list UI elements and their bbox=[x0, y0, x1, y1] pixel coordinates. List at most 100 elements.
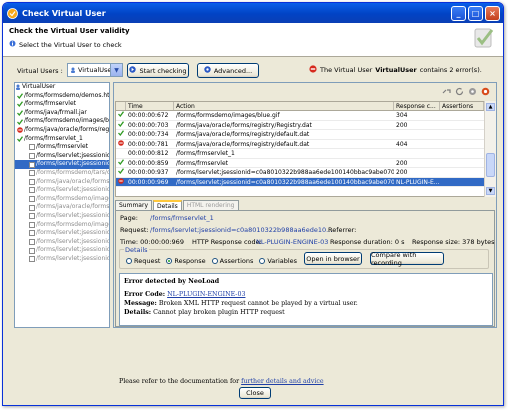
page-icon bbox=[29, 161, 35, 168]
check-status: The Virtual User VirtualUser contains 2 … bbox=[309, 65, 482, 75]
tree-item[interactable]: /forms/formsdemo/images/ bbox=[15, 195, 109, 204]
table-row[interactable]: 00:00:00:937/forms/lservlet;jsessionid=c… bbox=[116, 168, 484, 178]
radio-button[interactable] bbox=[166, 258, 173, 264]
tree-item[interactable]: /forms/java/oracle/forms/ bbox=[15, 203, 109, 212]
status-column-header[interactable] bbox=[116, 102, 126, 110]
table-row[interactable]: 00:00:00:781/forms/java/oracle/forms/reg… bbox=[116, 139, 484, 149]
action-cell: /forms/lservlet;jsessionid=c0a8010322b98… bbox=[176, 169, 394, 176]
check-icon bbox=[17, 118, 24, 125]
page-label: Page: bbox=[120, 214, 138, 222]
table-row[interactable]: 00:00:00:969/forms/lservlet;jsessionid=c… bbox=[116, 177, 484, 187]
tree-item[interactable]: /forms/frmservlet_1 bbox=[15, 135, 109, 144]
checkmark-logo-icon bbox=[471, 25, 497, 53]
table-row[interactable]: 00:00:00:703/forms/java/oracle/forms/reg… bbox=[116, 120, 484, 130]
table-row[interactable]: 00:00:00:734/forms/java/oracle/forms/reg… bbox=[116, 130, 484, 140]
radio-response[interactable]: Response bbox=[166, 257, 206, 265]
documentation-text: Please refer to the documentation for bbox=[119, 378, 242, 385]
tree-item-label: /forms/lservlet;jsessionid= bbox=[36, 211, 110, 219]
response-cell: 404 bbox=[396, 140, 408, 148]
start-checking-label: Start checking bbox=[139, 66, 187, 75]
action-column-header[interactable]: Action bbox=[174, 102, 394, 110]
tab-summary[interactable]: Summary bbox=[115, 200, 152, 210]
radio-assertions[interactable]: Assertions bbox=[211, 257, 253, 265]
assertions-column-header[interactable]: Assertions bbox=[440, 102, 484, 110]
action-cell: /forms/java/oracle/forms/registry/Regist… bbox=[176, 121, 312, 129]
open-in-browser-button[interactable]: Open in browser bbox=[304, 252, 362, 265]
minimize-button[interactable]: _ bbox=[451, 5, 466, 21]
settings-gear-icon[interactable] bbox=[468, 87, 477, 98]
scroll-up-arrow[interactable]: ▲ bbox=[486, 103, 495, 111]
assertions-cell bbox=[440, 130, 484, 139]
tree-item[interactable]: /forms/lservlet;jsessionid= bbox=[15, 229, 109, 238]
scroll-down-arrow[interactable]: ▼ bbox=[486, 187, 495, 195]
radio-button[interactable] bbox=[259, 258, 266, 264]
tree-item[interactable]: /forms/lservlet;jsessionid= bbox=[15, 246, 109, 255]
time-cell: 00:00:00:734 bbox=[128, 131, 169, 138]
tree-item-label: /forms/frmservlet bbox=[36, 143, 89, 151]
radio-request[interactable]: Request bbox=[126, 257, 160, 265]
tree-item[interactable]: /forms/java/oracle/forms/regist bbox=[15, 126, 109, 135]
advanced-button[interactable]: Advanced... bbox=[197, 63, 259, 78]
tree-item[interactable]: VirtualUser bbox=[15, 83, 109, 92]
check-icon bbox=[116, 130, 126, 139]
tab-html-rendering[interactable]: HTML rendering bbox=[182, 200, 239, 210]
status-cell bbox=[116, 149, 126, 158]
radio-button[interactable] bbox=[211, 258, 218, 264]
time-cell: 00:00:00:937 bbox=[128, 169, 169, 176]
details-group-label: Details bbox=[124, 246, 149, 254]
refresh-icon[interactable] bbox=[455, 87, 464, 98]
page-value[interactable]: /forms/frmservlet_1 bbox=[150, 214, 214, 222]
table-row[interactable]: 00:00:00:859/forms/frmservlet 200 bbox=[116, 158, 484, 168]
header-banner: Check the Virtual User validity Select t… bbox=[3, 23, 503, 57]
chevron-down-icon[interactable]: ▼ bbox=[110, 64, 122, 76]
tree-item[interactable]: /forms/formsdemo/demos.html bbox=[15, 92, 109, 101]
link-icon[interactable] bbox=[442, 87, 451, 98]
time-column-header[interactable]: Time bbox=[126, 102, 174, 110]
virtual-user-tree[interactable]: VirtualUser/forms/formsdemo/demos.html/f… bbox=[14, 82, 110, 328]
error-code-link[interactable]: NL-PLUGIN-ENGINE-03 bbox=[167, 291, 245, 298]
tree-item[interactable]: /forms/lservlet;jsessionid= bbox=[15, 212, 109, 221]
virtual-user-select[interactable]: VirtualUser ▼ bbox=[67, 63, 123, 77]
tree-item[interactable]: /forms/lservlet;jsessionid= bbox=[15, 238, 109, 247]
response-column-header[interactable]: Response c... bbox=[394, 102, 440, 110]
table-row[interactable]: 00:00:00:812/forms/frmservlet_1 bbox=[116, 149, 484, 159]
tree-item[interactable]: /forms/lservlet;jsessionid=c bbox=[15, 152, 109, 161]
close-window-button[interactable]: × bbox=[485, 5, 500, 21]
banner-subtitle-text: Select the Virtual User to check bbox=[19, 40, 122, 49]
stop-icon[interactable] bbox=[481, 87, 490, 98]
time-info: Time: 00:00:00:969 bbox=[120, 238, 184, 246]
documentation-link[interactable]: further details and advice bbox=[241, 378, 323, 385]
maximize-button[interactable]: □ bbox=[468, 5, 483, 21]
start-checking-button[interactable]: Start checking bbox=[127, 63, 189, 78]
tree-item[interactable]: /forms/java/oracle/forms bbox=[15, 178, 109, 187]
requests-table[interactable]: Time Action Response c... Assertions 00:… bbox=[115, 101, 485, 197]
radio-variables[interactable]: Variables bbox=[259, 257, 297, 265]
tab-details[interactable]: Details bbox=[153, 200, 182, 210]
radio-button[interactable] bbox=[126, 258, 132, 264]
tree-item[interactable]: /forms/lservlet;jsessionid= bbox=[15, 255, 109, 264]
tree-item[interactable]: /forms/formsdemo/images/blue bbox=[15, 117, 109, 126]
table-scrollbar[interactable]: ▲ ▼ bbox=[484, 101, 496, 197]
results-toolbar bbox=[442, 87, 490, 98]
scroll-thumb[interactable] bbox=[486, 153, 495, 177]
referrer-label: Referrer: bbox=[328, 226, 357, 234]
tree-item[interactable]: /forms/formsdemo/images/bannersf bbox=[15, 221, 109, 230]
tree-item[interactable]: /forms/lservlet;jsessionid= bbox=[15, 186, 109, 195]
tree-item-label: /forms/formsdemo/demos.html bbox=[24, 91, 110, 99]
time-cell: 00:00:00:812 bbox=[128, 150, 169, 157]
request-value[interactable]: /forms/lservlet;jsessionid=c0a8010322b98… bbox=[150, 226, 332, 234]
tree-item[interactable]: /forms/frmservlet bbox=[15, 143, 109, 152]
user-icon bbox=[70, 67, 76, 73]
assertions-cell bbox=[440, 159, 484, 168]
tree-item-label: /forms/formsdemo/tars/de bbox=[36, 168, 110, 176]
close-button[interactable]: Close bbox=[239, 387, 271, 399]
app-icon bbox=[6, 7, 18, 19]
tree-item[interactable]: /forms/formsdemo/tars/de bbox=[15, 169, 109, 178]
tree-item[interactable]: /forms/java/frmall.jar bbox=[15, 109, 109, 118]
compare-with-recording-button[interactable]: Compare with recording bbox=[370, 251, 444, 267]
table-row[interactable]: 00:00:00:672/forms/formsdemo/images/blue… bbox=[116, 111, 484, 121]
tree-item-label: /forms/frmservlet bbox=[24, 100, 77, 108]
tree-item[interactable]: /forms/lservlet;jsessionid=c bbox=[15, 160, 109, 169]
http-code-value[interactable]: NL-PLUGIN-ENGINE-03 bbox=[256, 238, 328, 246]
tree-item[interactable]: /forms/frmservlet bbox=[15, 100, 109, 109]
